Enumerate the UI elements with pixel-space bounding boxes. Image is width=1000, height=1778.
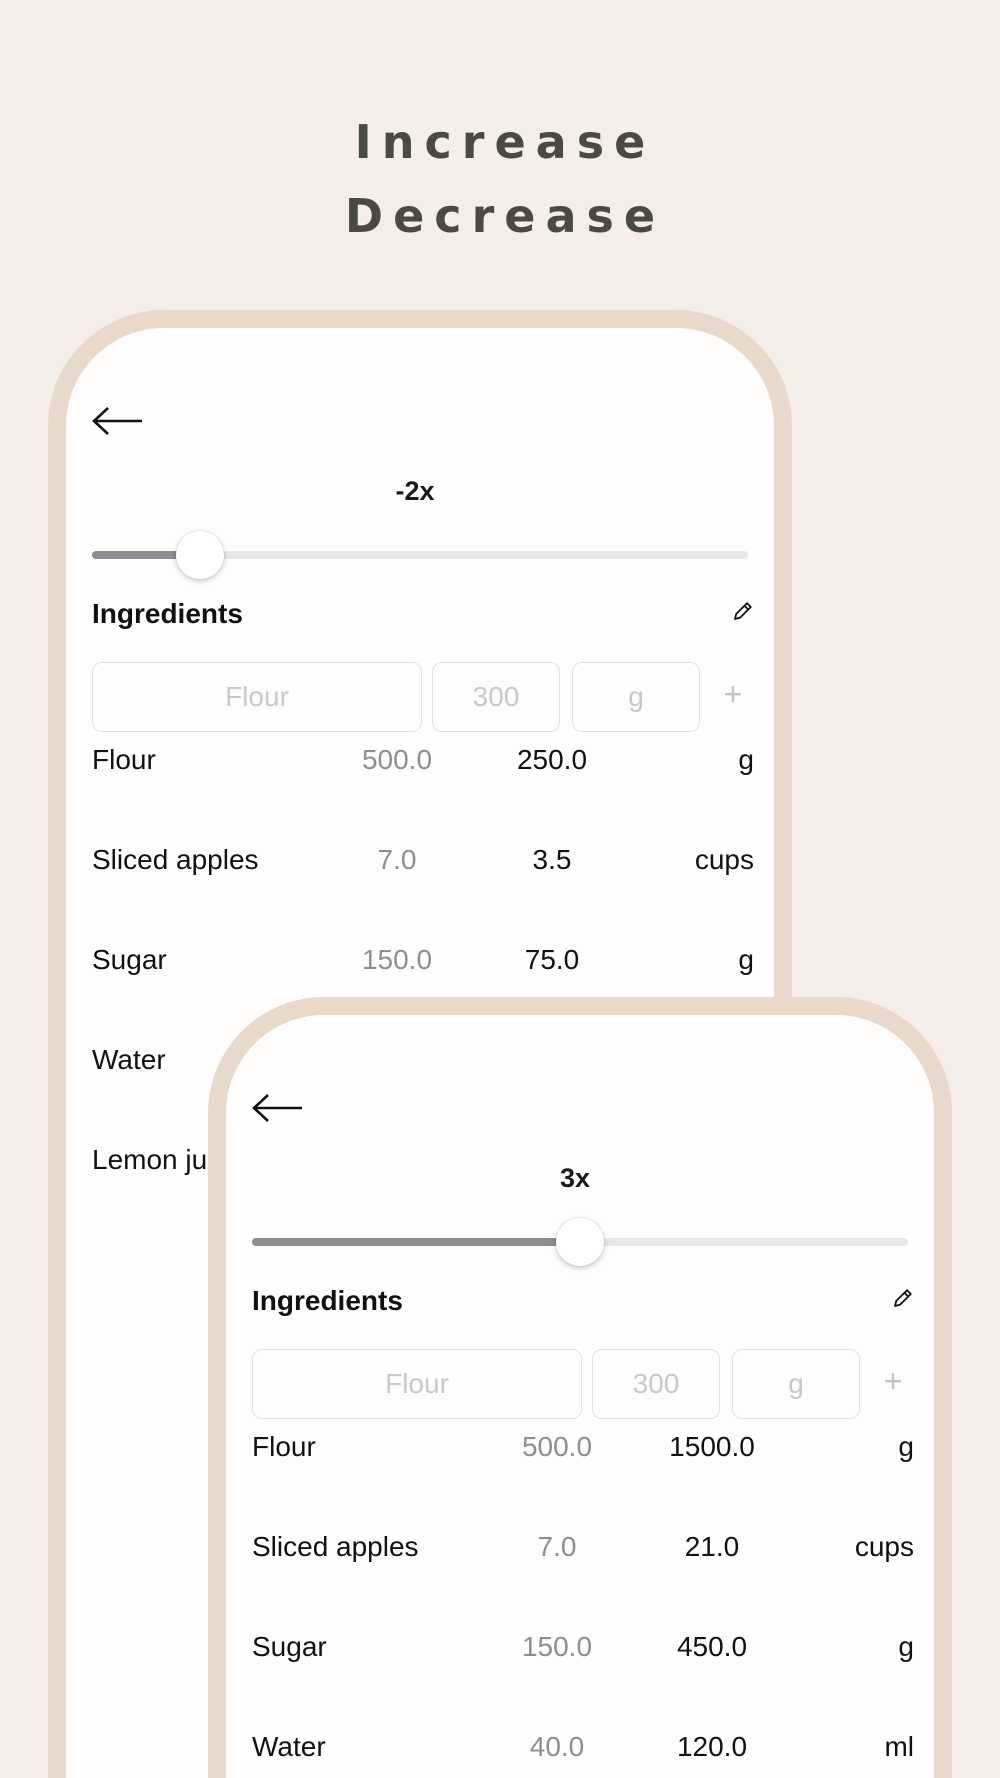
original-quantity: 40.0	[529, 1731, 585, 1762]
scaled-quantity: 75.0	[524, 944, 580, 975]
headline: Increase Decrease	[0, 105, 1000, 253]
original-quantity: 7.0	[537, 1531, 577, 1562]
ingredient-name: Flour	[92, 744, 156, 775]
add-ingredient-button[interactable]: +	[878, 1363, 908, 1400]
ingredient-name-input[interactable]: Flour	[252, 1349, 582, 1419]
ingredient-unit: g	[738, 944, 754, 975]
scaled-quantity: 450.0	[676, 1631, 748, 1662]
original-quantity: 150.0	[521, 1631, 593, 1662]
scaled-quantity: 21.0	[684, 1531, 740, 1562]
ingredient-row[interactable]: Sugar 150.0 450.0 g	[252, 1631, 914, 1671]
original-quantity: 500.0	[361, 744, 433, 775]
ingredient-name: Sugar	[252, 1631, 327, 1662]
ingredient-unit: g	[898, 1631, 914, 1662]
ingredient-unit: g	[898, 1431, 914, 1462]
ingredient-name: Water	[92, 1044, 166, 1075]
ingredient-name: Sliced apples	[92, 844, 259, 875]
ingredient-unit-input[interactable]: g	[572, 662, 700, 732]
ingredient-row[interactable]: Water 40.0 120.0 ml	[252, 1731, 914, 1771]
original-quantity: 500.0	[521, 1431, 593, 1462]
ingredients-heading: Ingredients	[92, 598, 243, 629]
slider-thumb[interactable]	[176, 531, 225, 579]
ingredient-row[interactable]: Flour 500.0 250.0 g	[92, 744, 754, 784]
phone-frame-increase: 3x Ingredients Flour 300 g + Flour 500.0 1…	[208, 997, 952, 1778]
ingredient-name: Flour	[252, 1431, 316, 1462]
ingredient-unit-input[interactable]: g	[732, 1349, 860, 1419]
slider-thumb[interactable]	[556, 1218, 604, 1266]
ingredient-row[interactable]: Sliced apples 7.0 21.0 cups	[252, 1531, 914, 1571]
ingredient-name-input[interactable]: Flour	[92, 662, 422, 732]
ingredient-quantity-input[interactable]: 300	[432, 662, 560, 732]
ingredient-row[interactable]: Flour 500.0 1500.0 g	[252, 1431, 914, 1471]
ingredient-unit: cups	[694, 844, 754, 875]
ingredient-unit: g	[738, 744, 754, 775]
ingredient-row[interactable]: Sugar 150.0 75.0 g	[92, 944, 754, 984]
pencil-icon[interactable]	[892, 1287, 914, 1309]
scale-factor-label: -2x	[395, 476, 435, 506]
original-quantity: 7.0	[377, 844, 417, 875]
ingredient-row[interactable]: Sliced apples 7.0 3.5 cups	[92, 844, 754, 884]
ingredients-heading: Ingredients	[252, 1285, 403, 1316]
ingredient-name: Sugar	[92, 944, 167, 975]
scale-factor-label: 3x	[559, 1163, 591, 1193]
arrow-left-icon[interactable]	[92, 406, 144, 436]
headline-line-2: Decrease	[344, 189, 666, 243]
scaled-quantity: 1500.0	[669, 1431, 755, 1462]
scaled-quantity: 120.0	[676, 1731, 748, 1762]
scaled-quantity: 250.0	[516, 744, 588, 775]
scale-slider[interactable]	[252, 1218, 908, 1266]
slider-fill	[252, 1238, 580, 1246]
headline-line-1: Increase	[354, 115, 656, 169]
scaler-screen: 3x Ingredients Flour 300 g + Flour 500.0 1…	[226, 1015, 934, 1778]
add-ingredient-button[interactable]: +	[718, 676, 748, 713]
arrow-left-icon[interactable]	[252, 1093, 304, 1123]
scale-slider[interactable]	[92, 531, 748, 579]
ingredient-unit: cups	[854, 1531, 914, 1562]
scaled-quantity: 3.5	[532, 844, 572, 875]
pencil-icon[interactable]	[732, 600, 754, 622]
ingredient-quantity-input[interactable]: 300	[592, 1349, 720, 1419]
ingredient-name: Sliced apples	[252, 1531, 419, 1562]
ingredient-name: Water	[252, 1731, 326, 1762]
ingredient-unit: ml	[884, 1731, 914, 1762]
original-quantity: 150.0	[361, 944, 433, 975]
